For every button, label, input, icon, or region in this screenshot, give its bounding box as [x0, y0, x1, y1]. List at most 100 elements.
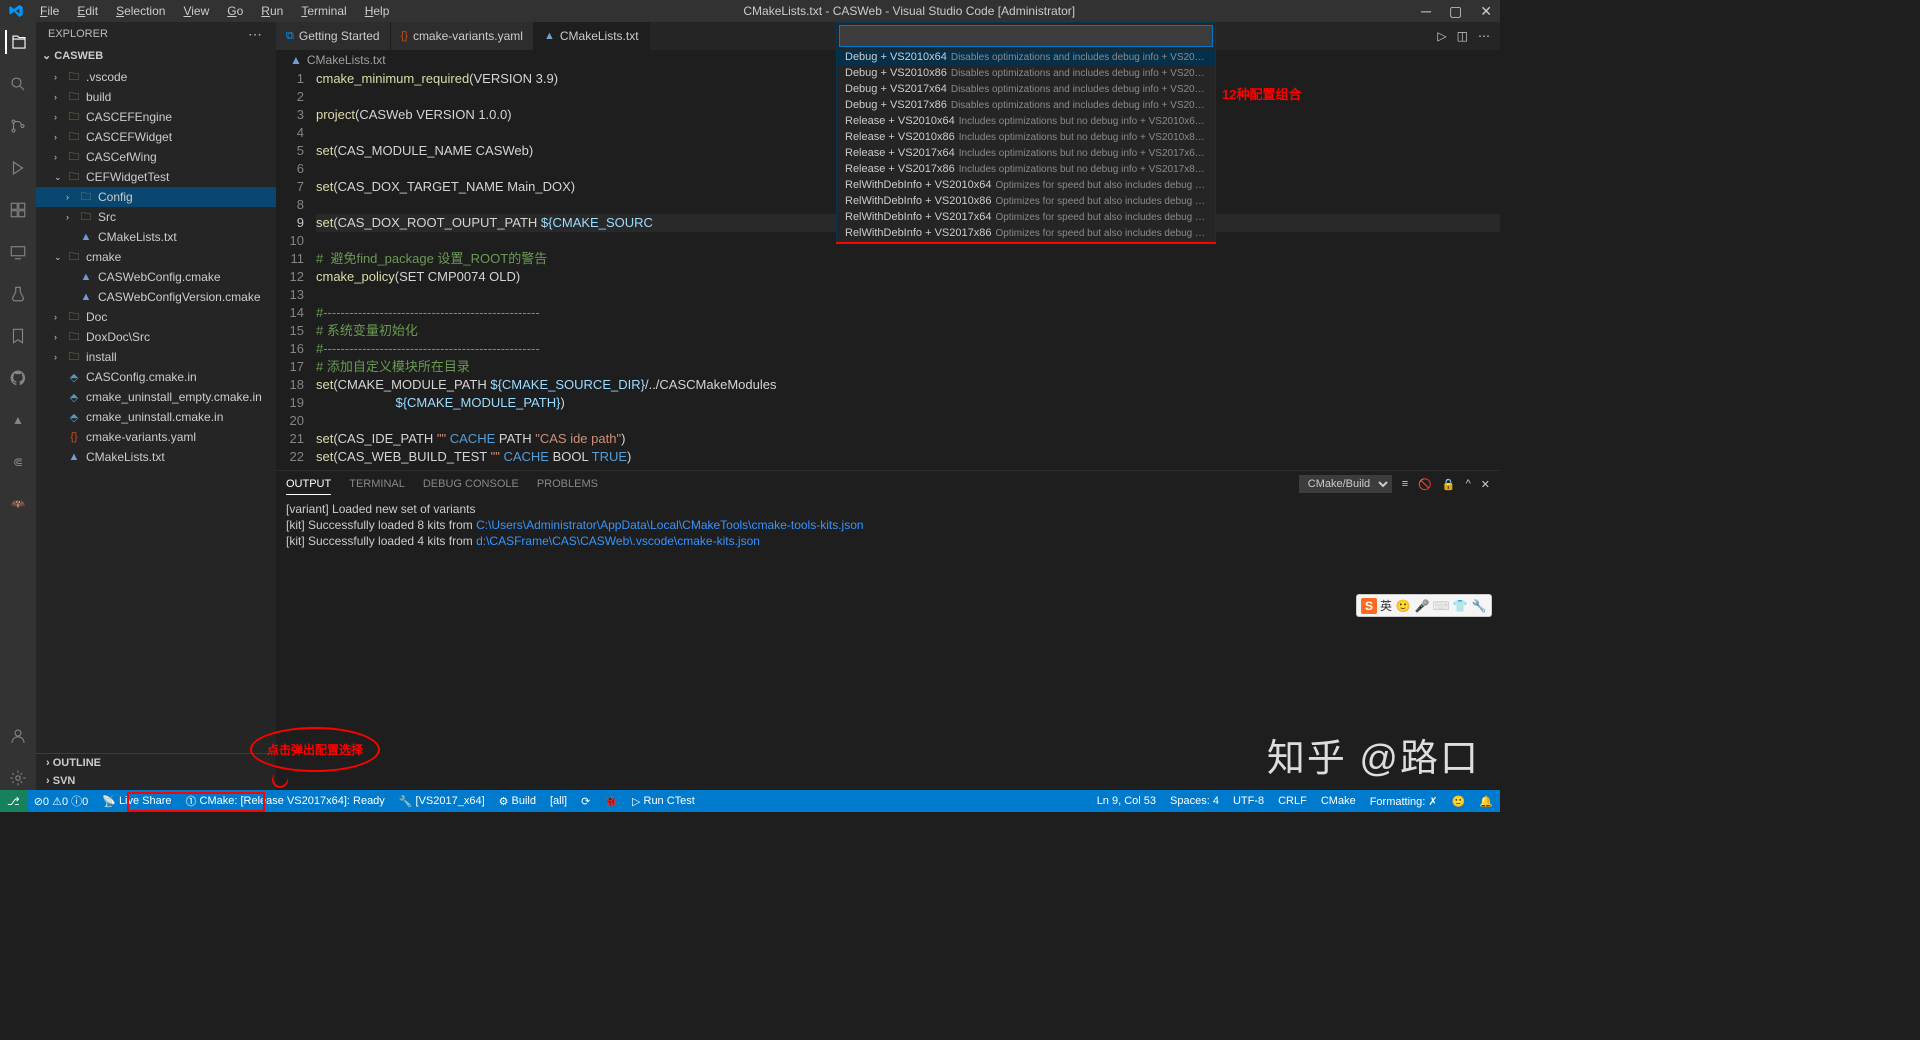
extensions-icon[interactable] — [6, 198, 30, 222]
status-item-right-6[interactable]: 🙂 — [1445, 790, 1473, 812]
quickpick-item[interactable]: Release + VS2010x86 Includes optimizatio… — [837, 129, 1215, 145]
status-item-left-5[interactable]: ⚙Build — [492, 790, 543, 812]
remote-icon[interactable] — [6, 240, 30, 264]
tree-item[interactable]: ›🗀CASCEFEngine — [36, 107, 276, 127]
tab-Getting-Started[interactable]: ⧉Getting Started — [276, 22, 391, 50]
clear-icon[interactable]: 🚫 — [1418, 478, 1432, 491]
quickpick-item[interactable]: Debug + VS2017x64 Disables optimizations… — [837, 81, 1215, 97]
menu-help[interactable]: Help — [357, 2, 398, 20]
tree-item[interactable]: ▲CASWebConfig.cmake — [36, 267, 276, 287]
menu-selection[interactable]: Selection — [108, 2, 173, 20]
menu-terminal[interactable]: Terminal — [293, 2, 354, 20]
output-content[interactable]: [variant] Loaded new set of variants[kit… — [276, 497, 1500, 790]
test-icon[interactable] — [6, 282, 30, 306]
github-icon[interactable] — [6, 366, 30, 390]
status-item-right-1[interactable]: Spaces: 4 — [1163, 790, 1226, 812]
tree-item[interactable]: ›🗀Src — [36, 207, 276, 227]
ime-mic-icon[interactable]: 🎤 — [1414, 598, 1430, 614]
status-item-right-5[interactable]: Formatting: ✗ — [1363, 790, 1445, 812]
run-icon[interactable]: ▷ — [1437, 29, 1446, 43]
project-root[interactable]: ⌄ CASWEB — [36, 46, 276, 65]
status-item-left-9[interactable]: ▷Run CTest — [625, 790, 702, 812]
panel-tab-terminal[interactable]: TERMINAL — [349, 474, 405, 494]
status-item-right-2[interactable]: UTF-8 — [1226, 790, 1271, 812]
tree-item[interactable]: ›🗀DoxDoc\Src — [36, 327, 276, 347]
explorer-icon[interactable] — [5, 30, 29, 54]
status-item-left-8[interactable]: 🐞 — [597, 790, 625, 812]
tree-item[interactable]: ⌄🗀CEFWidgetTest — [36, 167, 276, 187]
tree-item[interactable]: ▲CMakeLists.txt — [36, 447, 276, 467]
status-item-left-1[interactable]: ⊘0 ⚠0 ⓘ0 — [27, 790, 96, 812]
minimize-button[interactable]: ─ — [1421, 3, 1431, 20]
menu-go[interactable]: Go — [219, 2, 251, 20]
account-icon[interactable] — [6, 724, 30, 748]
tree-item[interactable]: ⌄🗀cmake — [36, 247, 276, 267]
cmake-icon[interactable]: ▲ — [6, 408, 30, 432]
bookmark-icon[interactable] — [6, 324, 30, 348]
outline-section[interactable]: › OUTLINE — [36, 754, 276, 772]
status-item-right-0[interactable]: Ln 9, Col 53 — [1090, 790, 1163, 812]
tree-item[interactable]: ▲CASWebConfigVersion.cmake — [36, 287, 276, 307]
output-channel-select[interactable]: CMake/Build — [1299, 475, 1392, 493]
ime-lang[interactable]: 英 — [1380, 597, 1392, 614]
lock-icon[interactable]: 🔒 — [1442, 478, 1456, 491]
quickpick-item[interactable]: Debug + VS2010x64 Disables optimizations… — [837, 49, 1215, 65]
svn-section[interactable]: › SVN — [36, 772, 276, 790]
quickpick-input[interactable] — [839, 25, 1213, 47]
status-item-right-4[interactable]: CMake — [1314, 790, 1363, 812]
status-item-right-7[interactable]: 🔔 — [1472, 790, 1500, 812]
quickpick-item[interactable]: Release + VS2017x64 Includes optimizatio… — [837, 145, 1215, 161]
status-item-left-4[interactable]: 🔧[VS2017_x64] — [392, 790, 492, 812]
close-button[interactable]: ✕ — [1480, 3, 1492, 20]
tab-CMakeLists-txt[interactable]: ▲CMakeLists.txt — [534, 22, 650, 50]
debug-icon[interactable] — [6, 156, 30, 180]
explorer-actions[interactable]: ⋯ — [248, 26, 264, 43]
status-item-right-3[interactable]: CRLF — [1271, 790, 1314, 812]
maximize-button[interactable]: ▢ — [1449, 3, 1462, 20]
source-control-icon[interactable] — [6, 114, 30, 138]
status-item-left-6[interactable]: [all] — [543, 790, 574, 812]
quickpick-item[interactable]: RelWithDebInfo + VS2010x64 Optimizes for… — [837, 177, 1215, 193]
close-panel-icon[interactable]: ✕ — [1481, 478, 1490, 491]
tree-item[interactable]: ⬘cmake_uninstall.cmake.in — [36, 407, 276, 427]
more-icon[interactable]: ⋯ — [1478, 29, 1490, 43]
quickpick-item[interactable]: Debug + VS2017x86 Disables optimizations… — [837, 97, 1215, 113]
status-item-left-3[interactable]: ⓵CMake: [Release VS2017x64]: Ready — [179, 790, 392, 812]
tree-item[interactable]: {}cmake-variants.yaml — [36, 427, 276, 447]
svn-icon[interactable]: ⋐ — [6, 450, 30, 474]
quickpick-item[interactable]: RelWithDebInfo + VS2017x64 Optimizes for… — [837, 209, 1215, 225]
tree-item[interactable]: ›🗀.vscode — [36, 67, 276, 87]
settings-icon[interactable] — [6, 766, 30, 790]
maximize-panel-icon[interactable]: ^ — [1466, 478, 1471, 490]
tree-item[interactable]: ›🗀build — [36, 87, 276, 107]
bat-icon[interactable]: 🦇 — [6, 492, 30, 516]
ime-punct-icon[interactable]: 🙂 — [1395, 598, 1411, 614]
tree-item[interactable]: ›🗀install — [36, 347, 276, 367]
status-item-left-0[interactable]: ⎇ — [0, 790, 27, 812]
tree-item[interactable]: ⬘CASConfig.cmake.in — [36, 367, 276, 387]
tree-item[interactable]: ▲CMakeLists.txt — [36, 227, 276, 247]
tab-cmake-variants-yaml[interactable]: {}cmake-variants.yaml — [391, 22, 534, 50]
panel-tab-debug-console[interactable]: DEBUG CONSOLE — [423, 474, 519, 494]
tree-item[interactable]: ›🗀Doc — [36, 307, 276, 327]
panel-tab-problems[interactable]: PROBLEMS — [537, 474, 598, 494]
tree-item[interactable]: ›🗀CASCEFWidget — [36, 127, 276, 147]
status-item-left-2[interactable]: 📡Live Share — [95, 790, 178, 812]
quickpick-item[interactable]: Release + VS2010x64 Includes optimizatio… — [837, 113, 1215, 129]
ime-toolbar[interactable]: S 英 🙂 🎤 ⌨ 👕 🔧 — [1356, 594, 1492, 617]
search-icon[interactable] — [6, 72, 30, 96]
menu-file[interactable]: File — [32, 2, 67, 20]
menu-edit[interactable]: Edit — [69, 2, 106, 20]
tree-item[interactable]: ›🗀Config — [36, 187, 276, 207]
menu-run[interactable]: Run — [253, 2, 291, 20]
ime-keyboard-icon[interactable]: ⌨ — [1433, 598, 1449, 614]
status-item-left-7[interactable]: ⟳ — [574, 790, 597, 812]
quickpick-item[interactable]: RelWithDebInfo + VS2010x86 Optimizes for… — [837, 193, 1215, 209]
panel-tab-output[interactable]: OUTPUT — [286, 474, 331, 495]
tree-item[interactable]: ›🗀CASCefWing — [36, 147, 276, 167]
quickpick-item[interactable]: RelWithDebInfo + VS2017x86 Optimizes for… — [837, 225, 1215, 241]
ime-skin-icon[interactable]: 👕 — [1452, 598, 1468, 614]
tree-item[interactable]: ⬘cmake_uninstall_empty.cmake.in — [36, 387, 276, 407]
menu-view[interactable]: View — [175, 2, 217, 20]
split-icon[interactable]: ◫ — [1457, 29, 1468, 43]
